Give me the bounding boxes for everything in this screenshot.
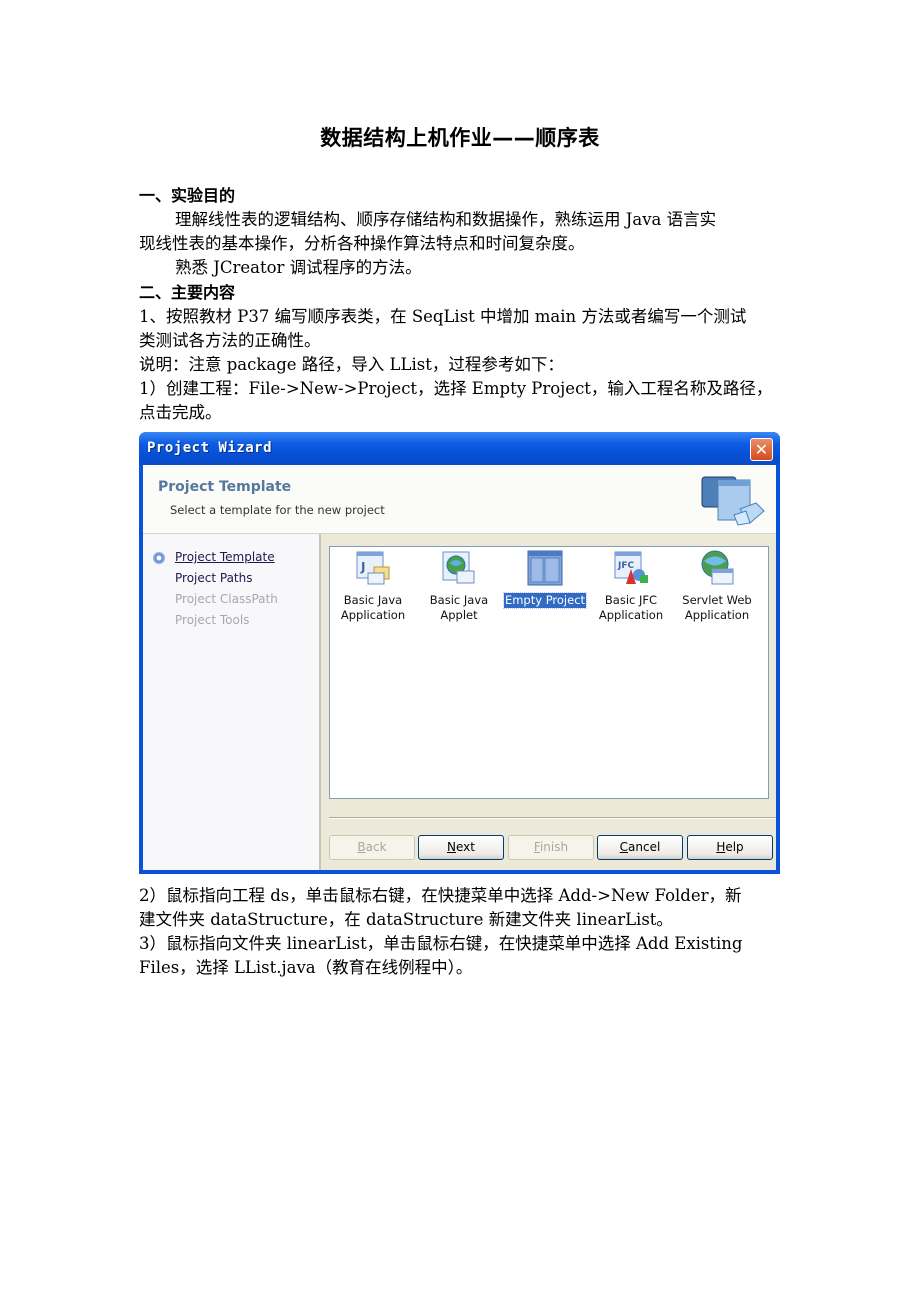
cancel-button[interactable]: Cancel [597, 835, 683, 860]
paragraph-line: 熟悉 JCreator 调试程序的方法。 [175, 258, 422, 277]
wizard-header-title: Project Template [158, 479, 292, 495]
section-heading-content: 二、主要内容 [139, 283, 236, 302]
template-list[interactable]: J Basic Java Application Basic Java Applet [329, 546, 769, 799]
paragraph-line: 说明：注意 package 路径，导入 LList，过程参考如下： [139, 355, 564, 374]
paragraph-line: 现线性表的基本操作，分析各种操作算法特点和时间复杂度。 [139, 234, 585, 253]
paragraph-line: 2）鼠标指向工程 ds，单击鼠标右键，在快捷菜单中选择 Add->New Fol… [139, 886, 742, 905]
wizard-steps-panel: Project Template Project Paths Project C… [143, 534, 321, 870]
current-step-indicator-icon [153, 552, 165, 564]
wizard-header: Project Template Select a template for t… [143, 465, 776, 534]
project-wizard-dialog: Project Wizard ✕ Project Template Select… [139, 432, 780, 874]
paragraph-line: Files，选择 LList.java（教育在线例程中）。 [139, 958, 473, 977]
template-basic-jfc-application[interactable]: JFC Basic JFC Application [588, 549, 674, 623]
document-title: 数据结构上机作业——顺序表 [320, 126, 600, 150]
java-application-icon: J [356, 551, 390, 585]
close-button[interactable]: ✕ [750, 438, 773, 461]
dialog-titlebar[interactable]: Project Wizard ✕ [139, 432, 780, 465]
dialog-client-area: Project Template Select a template for t… [143, 465, 776, 870]
paragraph-line: 类测试各方法的正确性。 [139, 331, 321, 350]
paragraph-line: 点击完成。 [139, 403, 222, 422]
paragraph-line: 建文件夹 dataStructure，在 dataStructure 新建文件夹… [139, 910, 673, 929]
svg-text:J: J [360, 560, 365, 574]
jfc-application-icon: JFC [614, 551, 648, 584]
paragraph-line: 3）鼠标指向文件夹 linearList，单击鼠标右键，在快捷菜单中选择 Add… [139, 934, 743, 953]
button-separator [329, 817, 776, 818]
finish-button: Finish [508, 835, 594, 860]
empty-project-icon [527, 550, 563, 586]
java-applet-icon [442, 551, 475, 584]
wizard-header-subtitle: Select a template for the new project [170, 503, 385, 517]
back-button: Back [329, 835, 415, 860]
template-label: Servlet Web Application [682, 593, 752, 622]
template-label: Basic Java Application [340, 593, 406, 622]
step-project-classpath: Project ClassPath [175, 592, 278, 606]
servlet-web-icon [701, 550, 734, 585]
dialog-title: Project Wizard [147, 440, 273, 456]
paragraph-line: 理解线性表的逻辑结构、顺序存储结构和数据操作，熟练运用 Java 语言实 [175, 210, 717, 229]
template-basic-java-applet[interactable]: Basic Java Applet [416, 549, 502, 623]
paragraph-line: 1）创建工程：File->New->Project，选择 Empty Proje… [139, 379, 773, 398]
template-label: Basic Java Applet [429, 593, 489, 622]
next-button[interactable]: Next [418, 835, 504, 860]
template-empty-project[interactable]: Empty Project [502, 549, 588, 609]
close-icon: ✕ [754, 440, 769, 459]
paragraph-line: 1、按照教材 P37 编写顺序表类，在 SeqList 中增加 main 方法或… [139, 307, 747, 326]
wizard-header-icon [701, 476, 765, 526]
help-button[interactable]: Help [687, 835, 773, 860]
template-label-selected: Empty Project [502, 592, 588, 609]
step-project-tools: Project Tools [175, 613, 250, 627]
step-project-paths[interactable]: Project Paths [175, 571, 252, 585]
template-label: Basic JFC Application [598, 593, 664, 622]
template-servlet-web-application[interactable]: Servlet Web Application [674, 549, 760, 623]
svg-text:JFC: JFC [617, 561, 634, 571]
section-heading-purpose: 一、实验目的 [139, 186, 236, 205]
template-basic-java-application[interactable]: J Basic Java Application [330, 549, 416, 623]
step-project-template[interactable]: Project Template [175, 550, 275, 564]
